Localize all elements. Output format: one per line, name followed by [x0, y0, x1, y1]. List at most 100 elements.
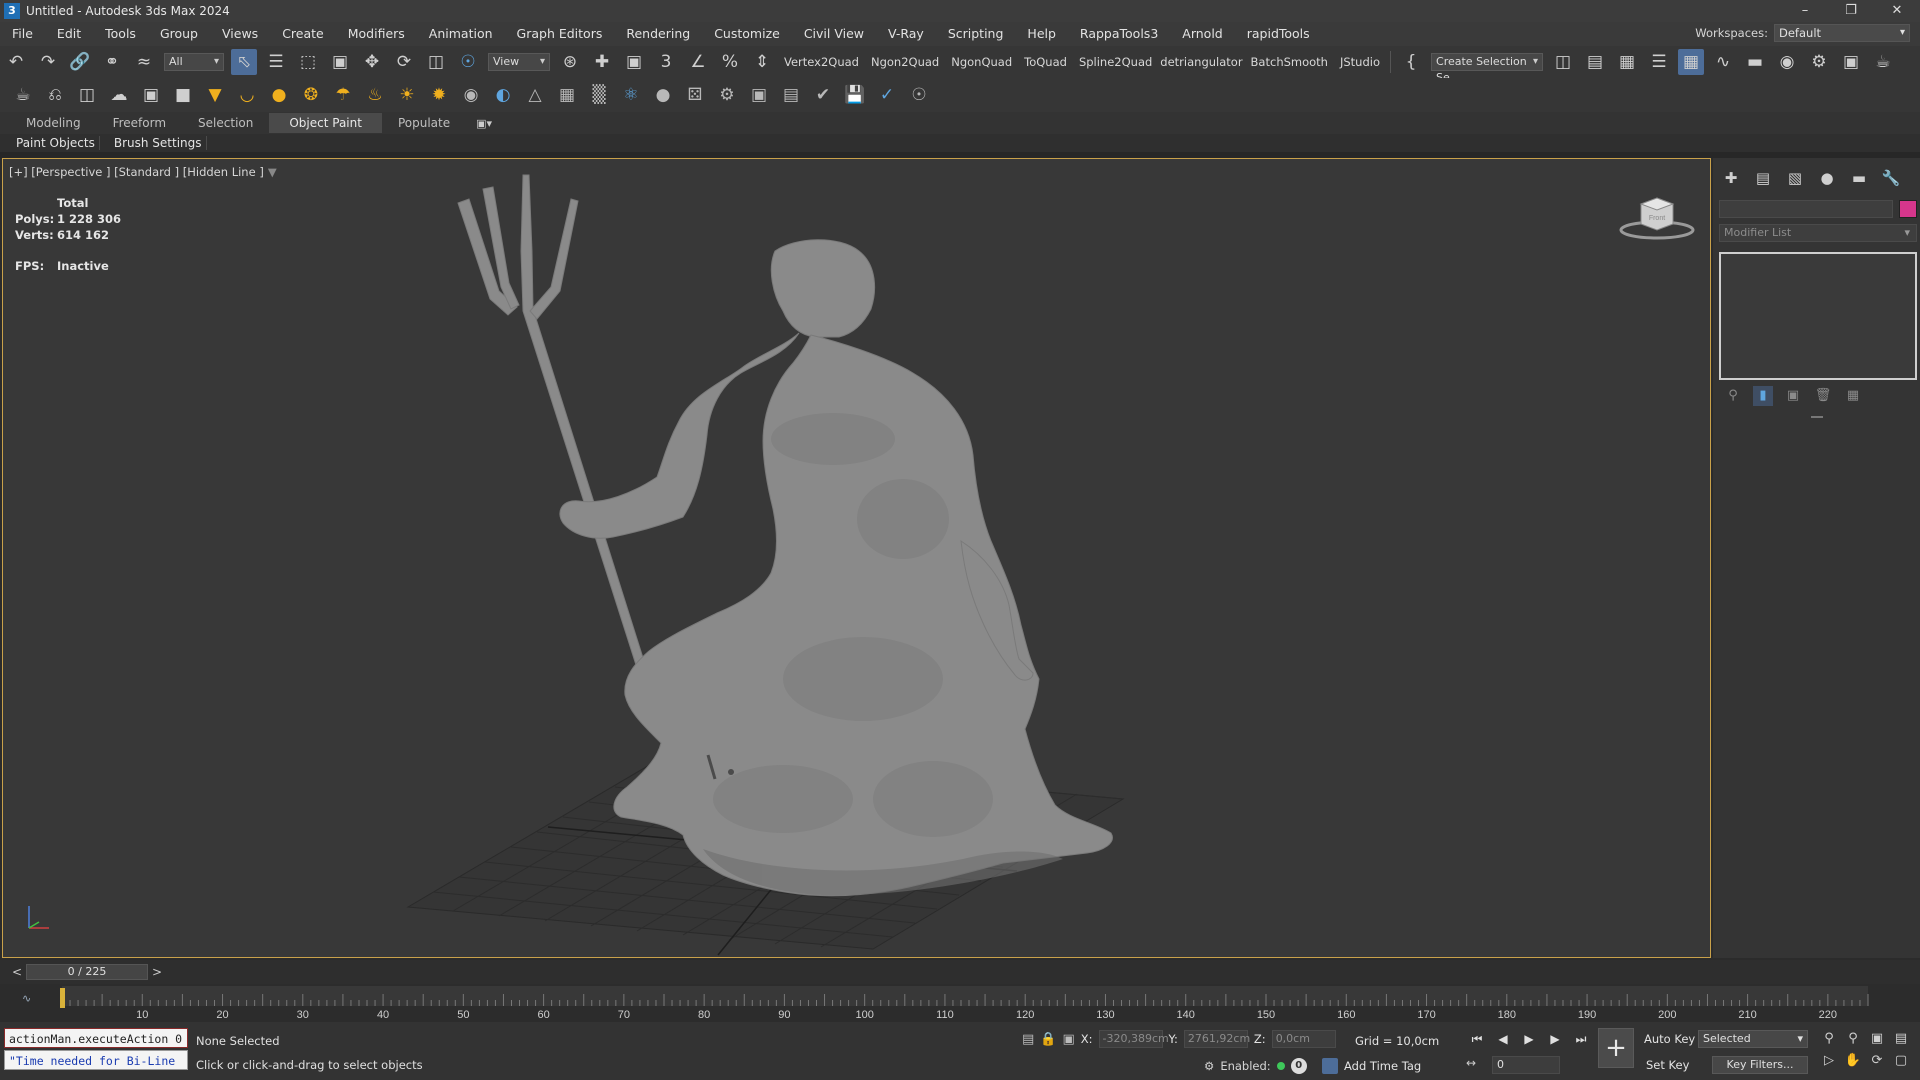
vray-help-icon[interactable]: ☉: [906, 82, 932, 108]
create-panel-icon[interactable]: ✚: [1719, 168, 1743, 188]
tab-populate[interactable]: Populate: [382, 113, 466, 133]
vray-interactive-icon[interactable]: ◫: [74, 82, 100, 108]
angle-snap-icon[interactable]: ∠: [685, 49, 711, 75]
named-selection-dropdown[interactable]: Create Selection Se: [1431, 53, 1544, 84]
unlink-icon[interactable]: ⚭: [99, 49, 125, 75]
menu-views[interactable]: Views: [210, 22, 270, 46]
scale-icon[interactable]: ◫: [423, 49, 449, 75]
track-bar-background[interactable]: [62, 986, 1868, 1006]
maxscript-macro-line[interactable]: actionMan.executeAction 0: [4, 1028, 188, 1048]
layer-explorer-icon[interactable]: ☰: [1646, 49, 1672, 75]
plugin-detriangulator[interactable]: detriangulator: [1160, 55, 1242, 69]
key-filters-button[interactable]: Key Filters...: [1712, 1056, 1808, 1074]
tab-freeform[interactable]: Freeform: [97, 113, 182, 133]
align-icon[interactable]: ▤: [1582, 49, 1608, 75]
minimize-button[interactable]: –: [1782, 0, 1828, 22]
z-coordinate-field[interactable]: 0,0cm: [1271, 1030, 1336, 1048]
menu-animation[interactable]: Animation: [417, 22, 505, 46]
zoom-icon[interactable]: ⚲: [1820, 1030, 1838, 1048]
snaps-toggle-icon[interactable]: 3: [653, 49, 679, 75]
select-object-icon[interactable]: ⬁: [231, 49, 257, 75]
next-frame-icon[interactable]: ▶: [1544, 1030, 1566, 1048]
undo-icon[interactable]: ↶: [3, 49, 29, 75]
remove-modifier-icon[interactable]: 🗑: [1813, 386, 1833, 406]
vray-ies-light-icon[interactable]: ☂: [330, 82, 356, 108]
time-slider-next[interactable]: >: [150, 964, 164, 980]
tab-modeling[interactable]: Modeling: [10, 113, 97, 133]
utilities-panel-icon[interactable]: 🔧: [1879, 168, 1903, 188]
modifier-list-dropdown[interactable]: Modifier List: [1719, 224, 1917, 242]
enabled-indicator[interactable]: [1276, 1062, 1285, 1070]
viewport-label-menu[interactable]: [+] [Perspective ] [Standard ] [Hidden L…: [9, 165, 277, 179]
viewcube[interactable]: Front: [1617, 194, 1697, 244]
modifier-stack[interactable]: [1719, 252, 1917, 380]
menu-arnold[interactable]: Arnold: [1170, 22, 1234, 46]
pin-stack-icon[interactable]: ⚲: [1723, 386, 1743, 406]
pivot-center-icon[interactable]: ⊛: [557, 49, 583, 75]
menu-file[interactable]: File: [0, 22, 45, 46]
place-icon[interactable]: ☉: [455, 49, 481, 75]
pan-icon[interactable]: ✋: [1844, 1052, 1862, 1070]
vray-frame-buffer-icon[interactable]: ⎌: [42, 82, 68, 108]
zoom-extents-icon[interactable]: ▣: [1868, 1030, 1886, 1048]
plugin-spline2quad[interactable]: Spline2Quad: [1079, 55, 1152, 69]
vray-save-icon[interactable]: 💾: [842, 82, 868, 108]
move-icon[interactable]: ✥: [359, 49, 385, 75]
redo-icon[interactable]: ↷: [35, 49, 61, 75]
current-frame-marker[interactable]: [60, 988, 65, 1008]
y-coordinate-field[interactable]: 2761,92cm: [1183, 1030, 1250, 1048]
object-color-swatch[interactable]: [1899, 200, 1917, 218]
tab-selection[interactable]: Selection: [182, 113, 269, 133]
current-frame-field[interactable]: 0: [1492, 1056, 1560, 1074]
enabled-counter[interactable]: 0: [1290, 1058, 1307, 1074]
vray-clipper-icon[interactable]: ▒: [586, 82, 612, 108]
play-icon[interactable]: ▶: [1518, 1030, 1540, 1048]
vray-sphere-icon[interactable]: ◐: [490, 82, 516, 108]
plugin-toquad[interactable]: ToQuad: [1024, 55, 1067, 69]
scene-canvas[interactable]: [3, 159, 1711, 958]
keyboard-shortcut-override-icon[interactable]: ▣: [621, 49, 647, 75]
menu-rapidtools[interactable]: rapidTools: [1235, 22, 1322, 46]
panel-paint-objects[interactable]: Paint Objects: [12, 136, 100, 150]
selection-filter-dropdown[interactable]: All: [164, 53, 224, 71]
spinner-snap-icon[interactable]: ⇕: [749, 49, 775, 75]
configure-modifier-sets-icon[interactable]: ▦: [1843, 386, 1863, 406]
perspective-viewport[interactable]: [+] [Perspective ] [Standard ] [Hidden L…: [2, 158, 1711, 958]
menu-graph-editors[interactable]: Graph Editors: [505, 22, 615, 46]
orbit-icon[interactable]: ⟳: [1868, 1052, 1886, 1070]
vray-proxy-icon[interactable]: ◉: [458, 82, 484, 108]
edit-named-selection-icon[interactable]: {: [1398, 49, 1424, 75]
menu-help[interactable]: Help: [1015, 22, 1068, 46]
menu-edit[interactable]: Edit: [45, 22, 93, 46]
vray-plane-icon[interactable]: △: [522, 82, 548, 108]
curve-editor-icon[interactable]: ∿: [1710, 49, 1736, 75]
track-bar-ruler[interactable]: 10 20 30 40 50 60 70 80 90 100 110 120 130 140 150 160 1…: [0, 984, 1920, 1022]
window-crossing-icon[interactable]: ▣: [327, 49, 353, 75]
time-slider-prev[interactable]: <: [10, 964, 24, 980]
select-by-name-icon[interactable]: ☰: [263, 49, 289, 75]
key-selection-set-dropdown[interactable]: Selected: [1698, 1030, 1808, 1048]
schematic-view-icon[interactable]: ▬: [1742, 49, 1768, 75]
menu-vray[interactable]: V-Ray: [876, 22, 936, 46]
vray-scene-converter-icon[interactable]: ▣: [746, 82, 772, 108]
maxscript-output-line[interactable]: "Time needed for Bi-Line: [4, 1050, 188, 1070]
scene-explorer-icon[interactable]: ▦: [1614, 49, 1640, 75]
go-to-start-icon[interactable]: ⏮: [1466, 1030, 1488, 1048]
menu-tools[interactable]: Tools: [93, 22, 148, 46]
hierarchy-panel-icon[interactable]: ▧: [1783, 168, 1807, 188]
vray-mesh-light-icon[interactable]: ❂: [298, 82, 324, 108]
maximize-viewport-icon[interactable]: ▢: [1892, 1052, 1910, 1070]
tab-object-paint[interactable]: Object Paint: [269, 113, 382, 133]
menu-civil-view[interactable]: Civil View: [792, 22, 876, 46]
vray-cloud-icon[interactable]: ☁: [106, 82, 132, 108]
filter-icon[interactable]: ▼: [268, 165, 277, 179]
reference-coordinate-dropdown[interactable]: View: [488, 53, 550, 71]
menu-modifiers[interactable]: Modifiers: [336, 22, 417, 46]
menu-group[interactable]: Group: [148, 22, 210, 46]
vray-lister-icon[interactable]: ▤: [778, 82, 804, 108]
plugin-ngonquad[interactable]: NgonQuad: [951, 55, 1012, 69]
panel-brush-settings[interactable]: Brush Settings: [110, 136, 207, 150]
degradation-icon[interactable]: ⚙: [1204, 1059, 1214, 1073]
teapot-icon[interactable]: ☕: [10, 82, 36, 108]
vray-converter-icon[interactable]: ⚙: [714, 82, 740, 108]
